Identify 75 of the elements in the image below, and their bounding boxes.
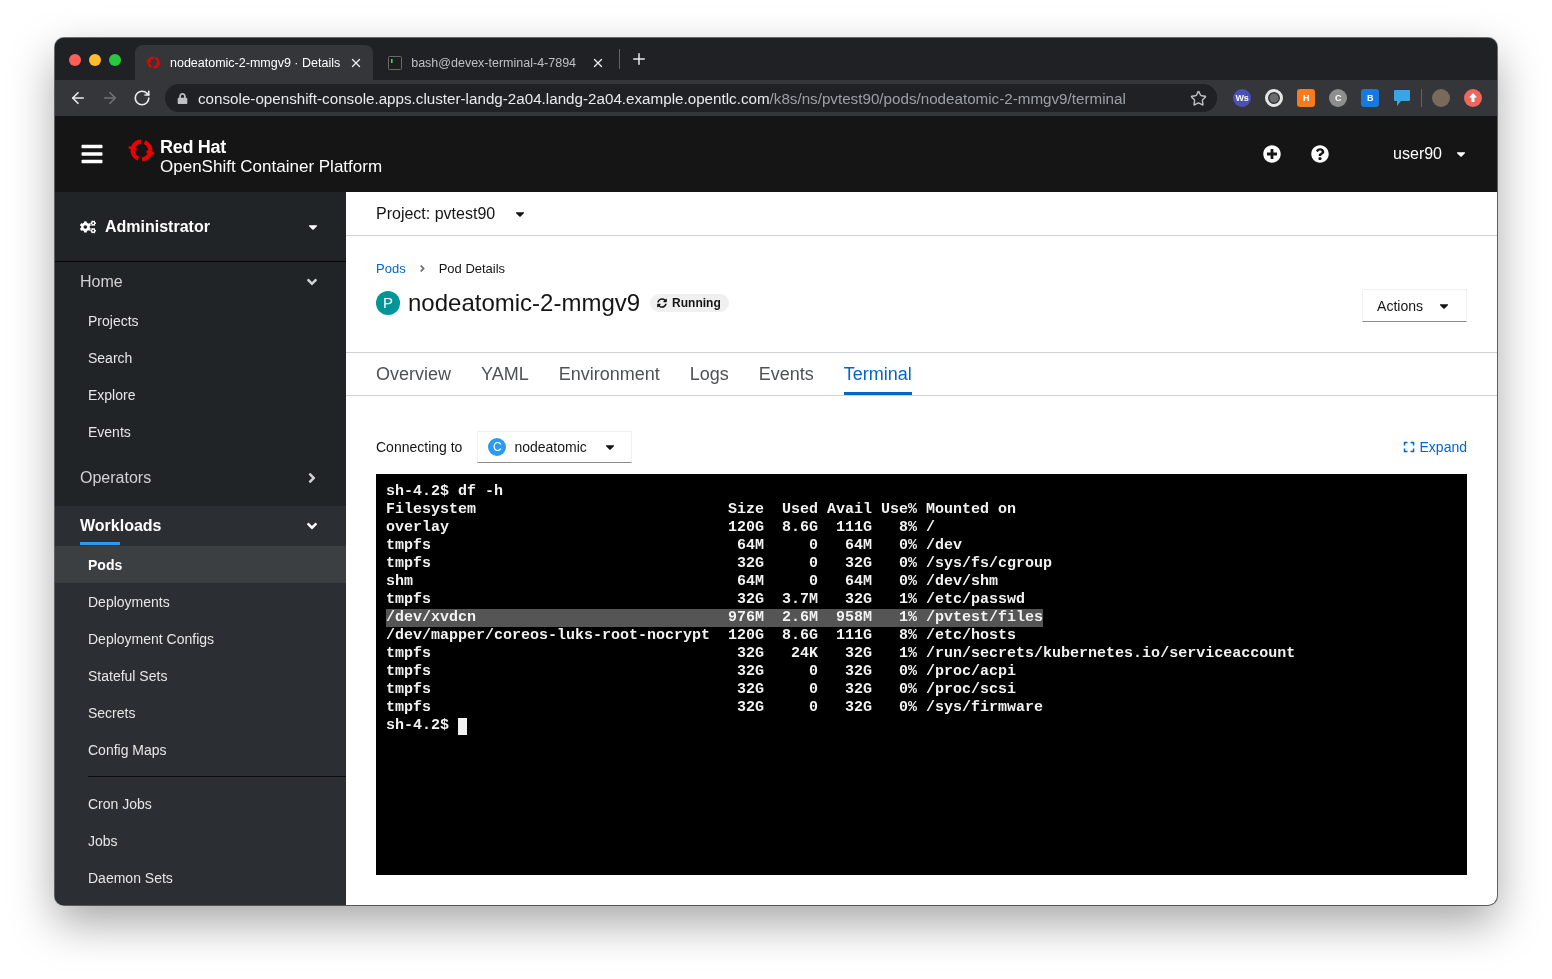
terminal-line: Filesystem Size Used Avail Use% Mounted on (386, 501, 1017, 519)
sync-icon (657, 297, 668, 308)
nav-link[interactable]: Jobs (55, 822, 346, 859)
update-icon[interactable] (1464, 89, 1482, 107)
star-icon[interactable] (1190, 89, 1207, 107)
browser-tab[interactable]: bash@devex-terminal-4-7894 (377, 45, 616, 80)
extension-button[interactable]: B (1361, 89, 1379, 107)
brand-name: Red Hat (160, 137, 227, 157)
nav-link[interactable]: Projects (55, 302, 346, 339)
nav-section-header[interactable]: Workloads (55, 506, 346, 546)
gears-icon (80, 218, 96, 235)
page-tab[interactable]: Events (758, 353, 814, 395)
nav-link[interactable]: Config Maps (55, 731, 346, 768)
nav-section-header[interactable]: Home (55, 262, 346, 302)
terminal-line: /dev/mapper/coreos-luks-root-nocrypt 120G 8.6G 111G 8% /etc/hosts (386, 627, 1017, 645)
window-close-icon[interactable] (69, 54, 81, 66)
terminal-line: tmpfs 32G 0 32G 0% /proc/scsi (386, 681, 1017, 699)
nav-link[interactable]: Stateful Sets (55, 657, 346, 694)
nav-link[interactable]: Pods (55, 546, 346, 583)
project-dropdown[interactable]: Project: pvtest90 (376, 204, 528, 223)
terminal-prompt: sh-4.2$ (386, 717, 449, 735)
terminal-line: sh-4.2$ df -h (386, 483, 504, 501)
extension-button[interactable]: Ws (1233, 89, 1251, 107)
page-tab[interactable]: Environment (558, 353, 660, 395)
breadcrumb-current-page: Pod Details (438, 260, 506, 276)
nav-link[interactable]: Deployments (55, 583, 346, 620)
container-badge: C (488, 438, 507, 456)
status-text: Running (672, 295, 721, 310)
resource-badge: P (376, 290, 400, 315)
address-bar[interactable]: console-openshift-console.apps.cluster-landg-2a04.landg-2a04.example.opentlc.com/k8s/ns/pvtest90/pods/nodeatomic-2-mmgv9/terminal (165, 84, 1217, 112)
lock-icon (177, 92, 188, 104)
nav-section-header[interactable]: Operators (55, 458, 346, 498)
ring-icon[interactable] (1265, 89, 1283, 107)
container-name: nodeatomic (514, 439, 587, 455)
window-minimize-icon[interactable] (89, 54, 101, 66)
nav-link[interactable]: Daemon Sets (55, 859, 346, 896)
user-menu[interactable]: user90 (1393, 145, 1468, 163)
terminal-line: tmpfs 32G 0 32G 0% /sys/fs/cgroup (386, 555, 1053, 573)
ring-logo-icon (146, 55, 161, 70)
terminal-line: overlay 120G 8.6G 111G 8% / (386, 519, 936, 537)
reload-icon[interactable] (133, 89, 151, 107)
nav-link[interactable]: Deployment Configs (55, 620, 346, 657)
browser-tab[interactable]: nodeatomic-2-mmgv9 · Details (135, 45, 374, 80)
terminal-line: tmpfs 32G 0 32G 0% /proc/acpi (386, 663, 1017, 681)
url-text: console-openshift-console.apps.cluster-landg-2a04.landg-2a04.example.opentlc.com/k8s/ns/pvtest90/pods/nodeatomic-2-mmgv9/terminal (198, 89, 1127, 107)
terminal-icon (388, 55, 403, 70)
speech-bubble-icon[interactable] (1393, 89, 1411, 107)
help-icon[interactable] (1311, 145, 1330, 163)
page-tab[interactable]: Logs (689, 353, 729, 395)
page-tab[interactable]: Terminal (843, 353, 912, 395)
container-dropdown[interactable]: C nodeatomic (477, 431, 633, 463)
nav-link[interactable]: Secrets (55, 694, 346, 731)
terminal-line: shm 64M 0 64M 0% /dev/shm (386, 573, 999, 591)
menu-icon[interactable] (80, 142, 104, 166)
block-cursor-icon (458, 717, 467, 735)
expand-link[interactable]: Expand (1402, 439, 1467, 455)
nav-link[interactable]: Events (55, 413, 346, 450)
terminal-line: tmpfs 64M 0 64M 0% /dev (386, 537, 963, 555)
page-tab[interactable]: YAML (481, 353, 529, 395)
nav-link[interactable]: Cron Jobs (55, 785, 346, 822)
product-name: OpenShift Container Platform (160, 157, 383, 177)
expand-icon (1402, 441, 1415, 453)
nav-link[interactable]: Search (55, 339, 346, 376)
window-maximize-icon[interactable] (109, 54, 121, 66)
back-icon[interactable] (69, 89, 87, 107)
terminal-screen[interactable] (376, 474, 1467, 875)
connecting-label: Connecting to (376, 439, 463, 455)
breadcrumb-link[interactable]: Pods (376, 260, 406, 276)
terminal-line: tmpfs 32G 24K 32G 1% /run/secrets/kubernetes.io/serviceaccount (386, 645, 1296, 663)
nav-link[interactable]: Explore (55, 376, 346, 413)
actions-dropdown[interactable]: Actions (1362, 289, 1467, 322)
page-tab[interactable]: Overview (376, 353, 451, 395)
terminal-line: tmpfs 32G 3.7M 32G 1% /etc/passwd (386, 591, 1026, 609)
terminal-line: tmpfs 32G 0 32G 0% /sys/firmware (386, 699, 1044, 717)
page-title: nodeatomic-2-mmgv9 (408, 288, 641, 317)
